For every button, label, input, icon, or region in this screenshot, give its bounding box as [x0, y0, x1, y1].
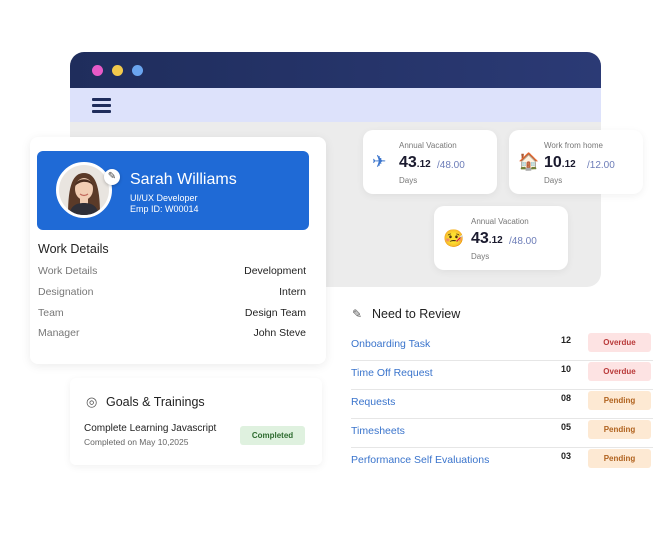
stat-total: /48.00: [437, 160, 465, 171]
goals-heading: ◎ Goals & Trainings: [86, 394, 205, 409]
airplane-icon: ✈: [372, 152, 387, 171]
review-item-count: 05: [561, 422, 572, 432]
target-icon: ◎: [86, 394, 98, 409]
stat-card-work-from-home: 🏠 Work from home 10.12 /12.00 Days: [509, 130, 643, 194]
review-item-count: 03: [561, 451, 572, 461]
profile-card: ✎ Sarah Williams UI/UX Developer Emp ID:…: [30, 137, 326, 364]
review-row[interactable]: Time Off Request 10 Overdue: [351, 361, 653, 390]
review-card: ✎ Need to Review Onboarding Task 12 Overd…: [336, 289, 668, 479]
stat-value: 43.12: [471, 230, 503, 247]
row-label: Work Details: [38, 265, 98, 277]
review-item-link[interactable]: Timesheets: [351, 425, 405, 437]
edit-note-icon: ✎: [352, 307, 363, 321]
review-row[interactable]: Requests 08 Pending: [351, 390, 653, 419]
goals-card: ◎ Goals & Trainings Complete Learning Jav…: [70, 378, 322, 465]
work-details-row: Team Design Team: [38, 307, 306, 323]
review-row[interactable]: Timesheets 05 Pending: [351, 419, 653, 448]
review-item-link[interactable]: Performance Self Evaluations: [351, 454, 489, 466]
row-value: Intern: [279, 286, 306, 298]
stat-label: Annual Vacation: [399, 141, 457, 150]
maximize-window-dot[interactable]: [132, 65, 143, 76]
review-item-link[interactable]: Onboarding Task: [351, 338, 430, 350]
row-label: Team: [38, 307, 64, 319]
work-details-row: Manager John Steve: [38, 327, 306, 343]
profile-role: UI/UX Developer: [130, 193, 198, 203]
stat-total: /48.00: [509, 236, 537, 247]
stat-unit: Days: [471, 252, 490, 261]
stat-total: /12.00: [587, 160, 615, 171]
status-badge: Overdue: [588, 362, 651, 381]
window-titlebar: [70, 52, 601, 88]
house-icon: 🏠: [518, 152, 540, 171]
status-badge: Pending: [588, 449, 651, 468]
profile-banner: ✎ Sarah Williams UI/UX Developer Emp ID:…: [37, 151, 309, 230]
stat-card-annual-vacation-2: 🤒 Annual Vacation 43.12 /48.00 Days: [434, 206, 568, 270]
row-value: John Steve: [253, 327, 306, 339]
stat-value: 43.12: [399, 154, 431, 171]
row-label: Designation: [38, 286, 94, 298]
work-details-row: Work Details Development: [38, 265, 306, 281]
review-item-count: 08: [561, 393, 572, 403]
stat-unit: Days: [544, 176, 563, 185]
course-completion-date: Completed on May 10,2025: [84, 437, 189, 447]
course-title[interactable]: Complete Learning Javascript: [84, 423, 216, 434]
hamburger-menu-icon[interactable]: [92, 98, 111, 113]
review-heading: ✎ Need to Review: [352, 307, 461, 321]
stat-unit: Days: [399, 176, 418, 185]
status-badge: Completed: [240, 426, 305, 445]
stat-label: Annual Vacation: [471, 217, 529, 226]
status-badge: Overdue: [588, 333, 651, 352]
review-row[interactable]: Onboarding Task 12 Overdue: [351, 332, 653, 361]
status-badge: Pending: [588, 391, 651, 410]
work-details-heading: Work Details: [38, 242, 109, 256]
profile-name: Sarah Williams: [130, 171, 237, 188]
review-item-count: 10: [561, 364, 572, 374]
review-item-link[interactable]: Requests: [351, 396, 395, 408]
row-label: Manager: [38, 327, 80, 339]
status-badge: Pending: [588, 420, 651, 439]
menu-bar: [70, 88, 601, 122]
edit-pencil-icon[interactable]: ✎: [104, 169, 120, 185]
stat-value: 10.12: [544, 154, 576, 171]
review-row[interactable]: Performance Self Evaluations 03 Pending: [351, 448, 653, 477]
review-item-count: 12: [561, 335, 572, 345]
review-item-link[interactable]: Time Off Request: [351, 367, 433, 379]
work-details-row: Designation Intern: [38, 286, 306, 302]
stat-card-annual-vacation: ✈ Annual Vacation 43.12 /48.00 Days: [363, 130, 497, 194]
close-window-dot[interactable]: [92, 65, 103, 76]
avatar: [56, 162, 112, 218]
profile-emp-id: Emp ID: W00014: [130, 204, 199, 214]
minimize-window-dot[interactable]: [112, 65, 123, 76]
row-value: Development: [244, 265, 306, 277]
sick-face-icon: 🤒: [443, 229, 465, 248]
row-value: Design Team: [244, 307, 306, 319]
stat-label: Work from home: [544, 141, 603, 150]
